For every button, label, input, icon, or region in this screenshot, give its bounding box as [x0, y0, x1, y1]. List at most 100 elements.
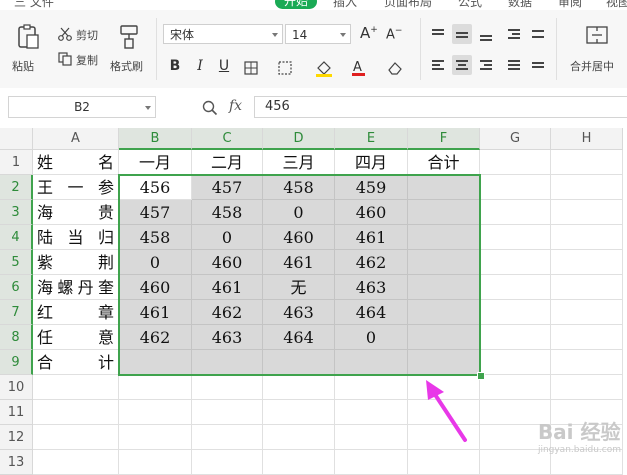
cell-F3[interactable]: [408, 200, 480, 225]
align-left-icon[interactable]: [428, 55, 448, 75]
cell-C13[interactable]: [192, 450, 263, 475]
cell-H3[interactable]: [551, 200, 623, 225]
cell-H8[interactable]: [551, 325, 623, 350]
name-box[interactable]: B2: [8, 96, 156, 118]
align-middle-icon[interactable]: [452, 24, 472, 44]
cell-E2[interactable]: 459: [335, 175, 408, 200]
zoom-icon[interactable]: [202, 100, 218, 116]
cell-E12[interactable]: [335, 425, 408, 450]
align-right-icon[interactable]: [476, 55, 496, 75]
cell-H7[interactable]: [551, 300, 623, 325]
row-header-1[interactable]: 1: [0, 150, 33, 175]
copy-button[interactable]: 复制: [58, 51, 108, 69]
cell-D7[interactable]: 463: [263, 300, 335, 325]
cell-E9[interactable]: [335, 350, 408, 375]
fill-color-icon[interactable]: [314, 60, 336, 78]
cell-A13[interactable]: [33, 450, 119, 475]
cell-G7[interactable]: [480, 300, 551, 325]
cell-G3[interactable]: [480, 200, 551, 225]
column-header-F[interactable]: F: [408, 128, 480, 150]
cell-A5[interactable]: 紫荆: [33, 250, 119, 275]
row-header-5[interactable]: 5: [0, 250, 33, 275]
cell-H1[interactable]: [551, 150, 623, 175]
cell-G5[interactable]: [480, 250, 551, 275]
cell-F13[interactable]: [408, 450, 480, 475]
cell-G8[interactable]: [480, 325, 551, 350]
cell-B11[interactable]: [119, 400, 192, 425]
align-center-icon[interactable]: [452, 55, 472, 75]
border-icon[interactable]: [244, 61, 262, 75]
cell-C11[interactable]: [192, 400, 263, 425]
cell-C8[interactable]: 463: [192, 325, 263, 350]
cell-C6[interactable]: 461: [192, 275, 263, 300]
align-bottom-icon[interactable]: [476, 24, 496, 44]
cut-button[interactable]: 剪切: [58, 26, 108, 44]
row-header-6[interactable]: 6: [0, 275, 33, 300]
cell-G2[interactable]: [480, 175, 551, 200]
cell-B9[interactable]: [119, 350, 192, 375]
cell-A1[interactable]: 姓名: [33, 150, 119, 175]
menu-file[interactable]: 三 文件: [14, 0, 54, 10]
column-header-E[interactable]: E: [335, 128, 408, 150]
cell-F2[interactable]: [408, 175, 480, 200]
row-header-12[interactable]: 12: [0, 425, 33, 450]
row-header-8[interactable]: 8: [0, 325, 33, 350]
cell-G10[interactable]: [480, 375, 551, 400]
indent-icon[interactable]: [504, 24, 524, 44]
cell-D2[interactable]: 458: [263, 175, 335, 200]
row-header-11[interactable]: 11: [0, 400, 33, 425]
shrink-font-icon[interactable]: A−: [386, 26, 402, 42]
row-header-4[interactable]: 4: [0, 225, 33, 250]
column-header-A[interactable]: A: [33, 128, 119, 150]
cell-H5[interactable]: [551, 250, 623, 275]
tab-insert[interactable]: 插入: [333, 0, 357, 10]
cell-C3[interactable]: 458: [192, 200, 263, 225]
cell-A6[interactable]: 海螺丹奎: [33, 275, 119, 300]
cell-C2[interactable]: 457: [192, 175, 263, 200]
tab-view[interactable]: 视图: [606, 0, 627, 10]
font-size-select[interactable]: 14: [285, 24, 351, 44]
cell-F6[interactable]: [408, 275, 480, 300]
cell-H4[interactable]: [551, 225, 623, 250]
cell-F9[interactable]: [408, 350, 480, 375]
eraser-icon[interactable]: [386, 60, 404, 76]
cell-F7[interactable]: [408, 300, 480, 325]
cell-E6[interactable]: 463: [335, 275, 408, 300]
cell-H10[interactable]: [551, 375, 623, 400]
cell-E5[interactable]: 462: [335, 250, 408, 275]
cell-F8[interactable]: [408, 325, 480, 350]
cell-F4[interactable]: [408, 225, 480, 250]
grow-font-icon[interactable]: A+: [360, 24, 378, 42]
column-header-C[interactable]: C: [192, 128, 263, 150]
cell-B5[interactable]: 0: [119, 250, 192, 275]
cell-B3[interactable]: 457: [119, 200, 192, 225]
fill-handle[interactable]: [477, 372, 485, 380]
row-header-13[interactable]: 13: [0, 450, 33, 475]
column-header-H[interactable]: H: [551, 128, 623, 150]
fx-label[interactable]: fx: [229, 98, 242, 114]
cell-G9[interactable]: [480, 350, 551, 375]
cell-B12[interactable]: [119, 425, 192, 450]
cell-A10[interactable]: [33, 375, 119, 400]
cell-D5[interactable]: 461: [263, 250, 335, 275]
underline-icon[interactable]: U: [214, 58, 234, 74]
row-header-2[interactable]: 2: [0, 175, 33, 200]
cell-E3[interactable]: 460: [335, 200, 408, 225]
cell-D1[interactable]: 三月: [263, 150, 335, 175]
cell-style-icon[interactable]: [278, 61, 296, 75]
cell-D8[interactable]: 464: [263, 325, 335, 350]
row-header-10[interactable]: 10: [0, 375, 33, 400]
row-header-7[interactable]: 7: [0, 300, 33, 325]
distributed-icon[interactable]: [528, 55, 548, 75]
cell-D12[interactable]: [263, 425, 335, 450]
cell-A7[interactable]: 红章: [33, 300, 119, 325]
align-top-icon[interactable]: [428, 24, 448, 44]
italic-icon[interactable]: I: [190, 58, 210, 74]
cell-H2[interactable]: [551, 175, 623, 200]
row-header-3[interactable]: 3: [0, 200, 33, 225]
cell-C7[interactable]: 462: [192, 300, 263, 325]
cell-A8[interactable]: 任意: [33, 325, 119, 350]
cell-B7[interactable]: 461: [119, 300, 192, 325]
tab-page-layout[interactable]: 页面布局: [384, 0, 432, 10]
column-header-D[interactable]: D: [263, 128, 335, 150]
